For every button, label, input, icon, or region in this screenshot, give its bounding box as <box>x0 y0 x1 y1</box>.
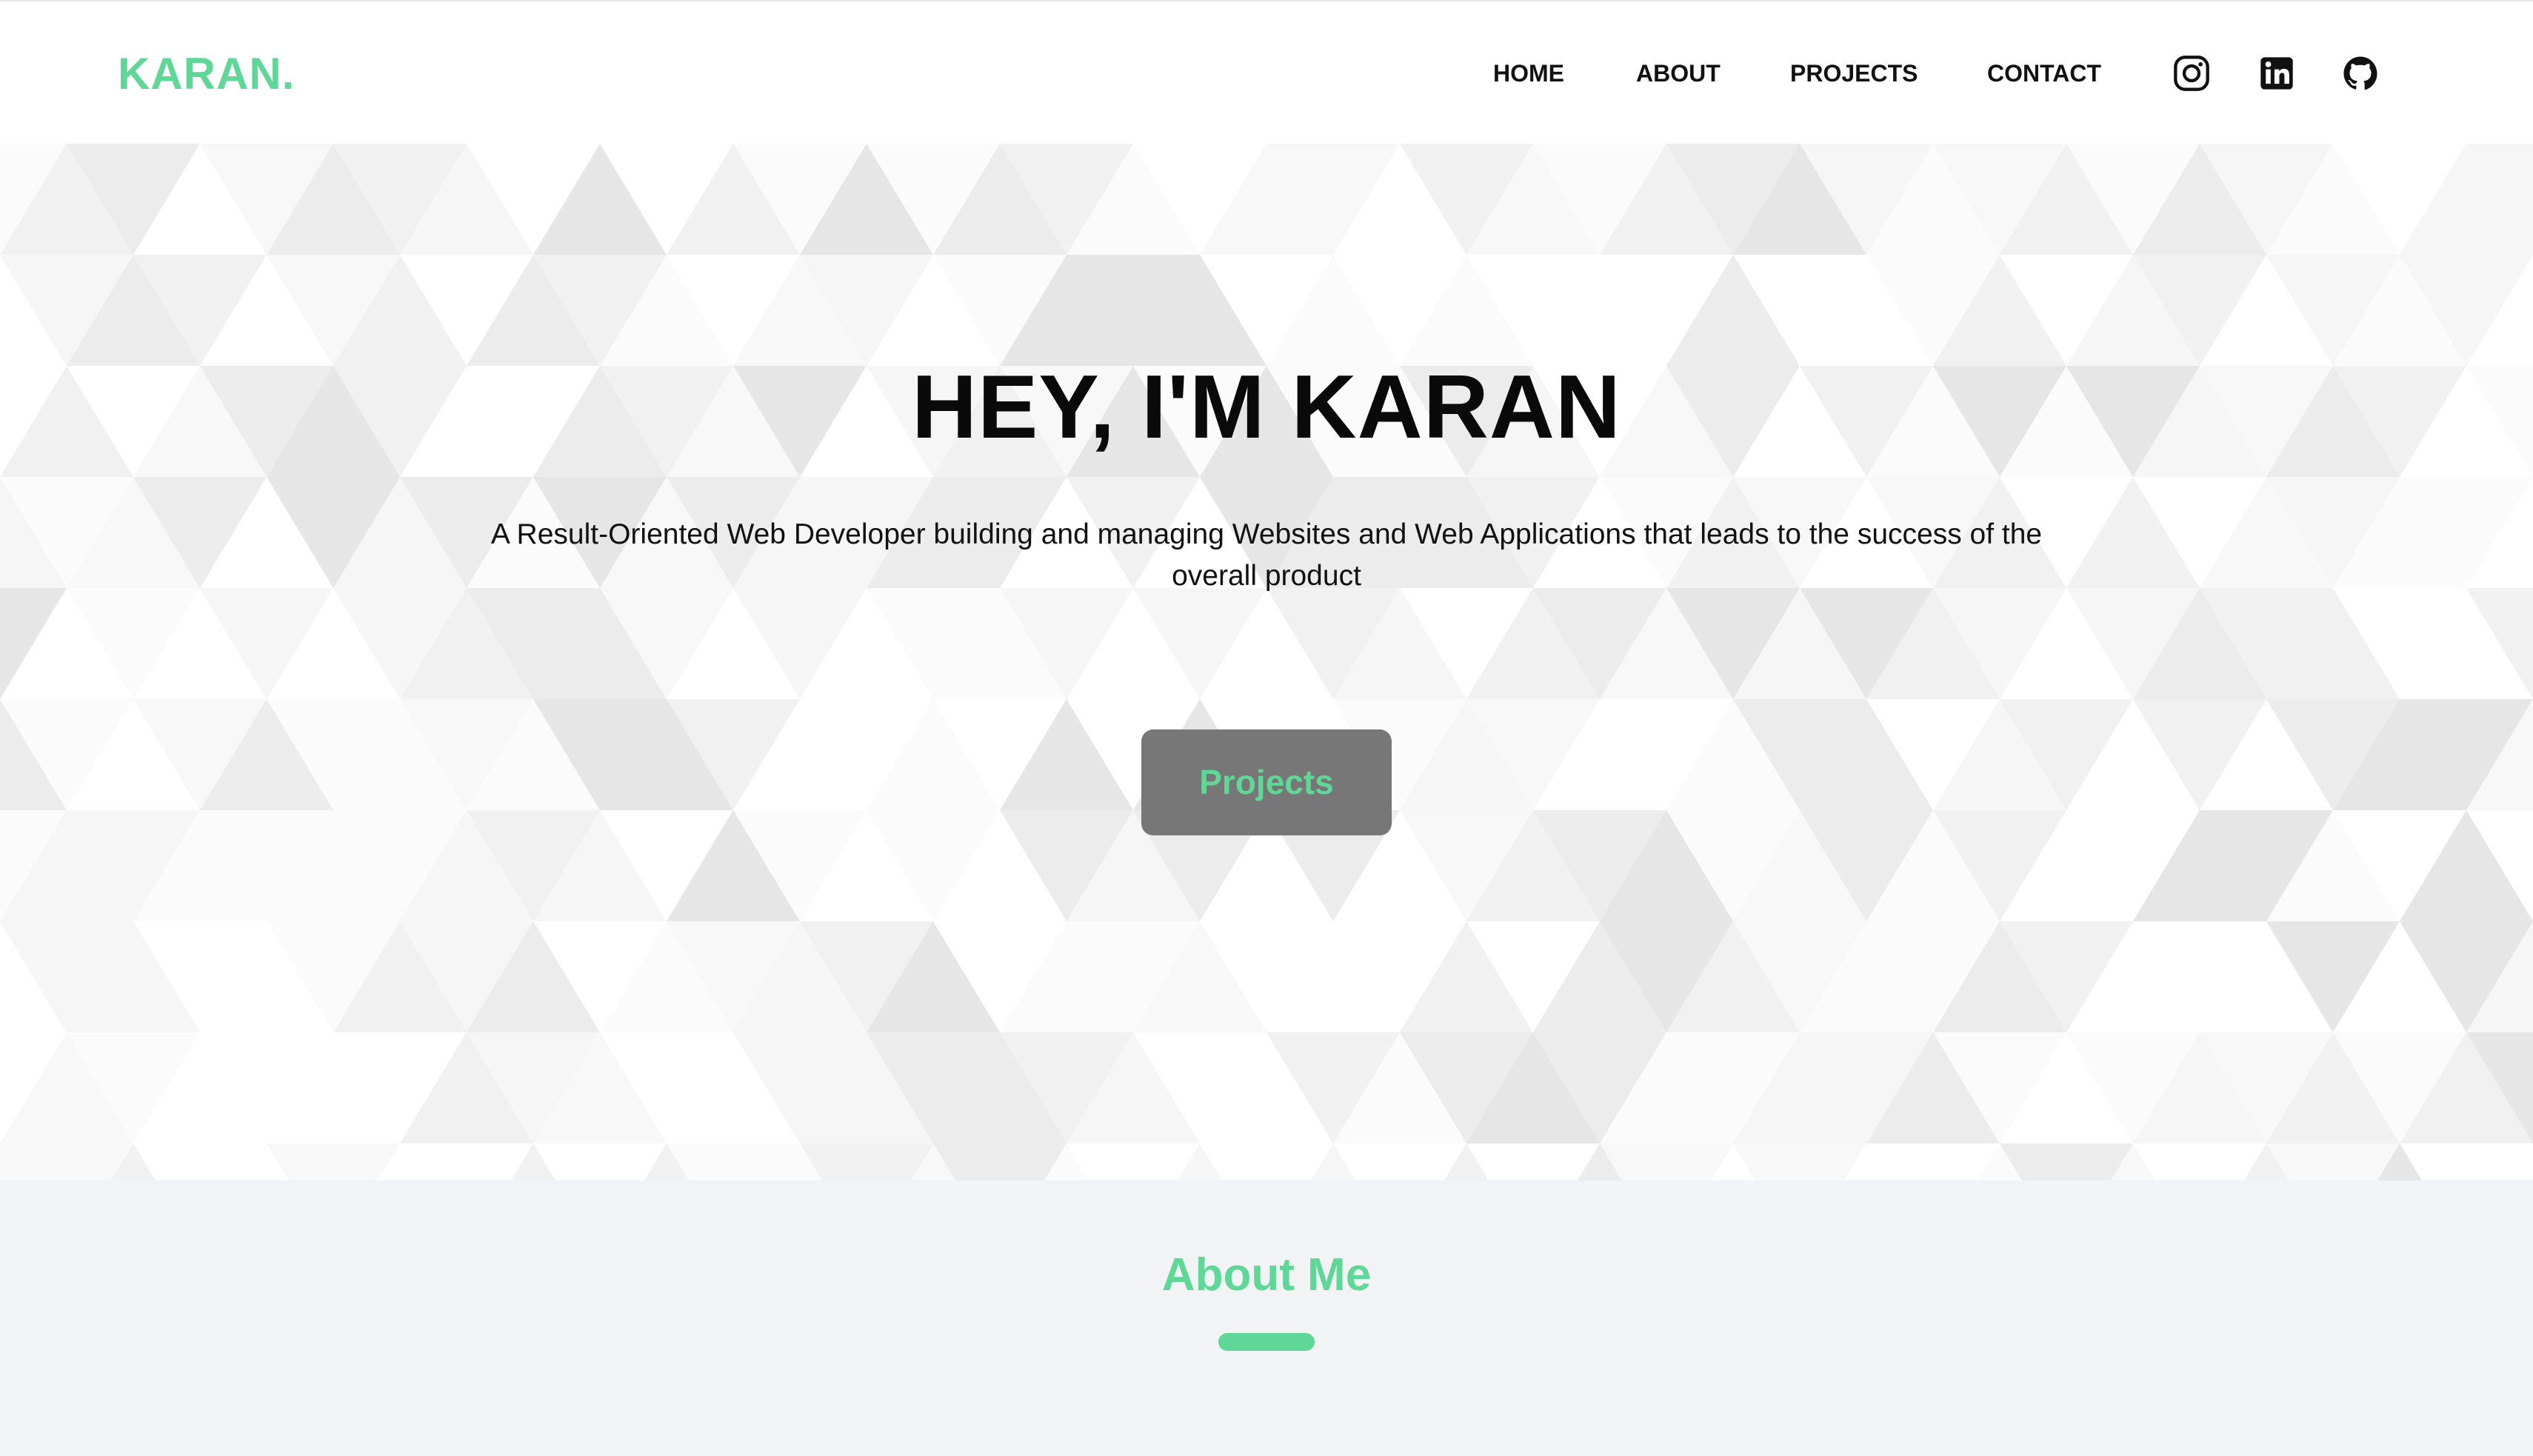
linkedin-link[interactable] <box>2257 54 2296 93</box>
linkedin-icon <box>2260 57 2293 90</box>
hero-section: HEY, I'M KARAN A Result-Oriented Web Dev… <box>0 144 2533 1181</box>
brand-logo[interactable]: KARAN. <box>118 44 295 104</box>
instagram-link[interactable] <box>2172 54 2211 93</box>
projects-button[interactable]: Projects <box>1141 729 1392 835</box>
nav-about-link[interactable]: ABOUT <box>1636 55 1721 92</box>
hero-title: HEY, I'M KARAN <box>911 356 1622 457</box>
github-icon <box>2343 56 2377 90</box>
site-header: KARAN. HOME ABOUT PROJECTS CONTACT <box>0 0 2533 144</box>
page: KARAN. HOME ABOUT PROJECTS CONTACT HEY, … <box>0 0 2533 1456</box>
nav-contact-link[interactable]: CONTACT <box>1987 55 2101 92</box>
hero-subtitle: A Result-Oriented Web Developer building… <box>490 518 2043 592</box>
about-title-underline <box>1218 1333 1315 1351</box>
github-link[interactable] <box>2341 54 2380 93</box>
nav-projects-link[interactable]: PROJECTS <box>1790 55 1918 92</box>
about-section: About Me <box>0 1181 2533 1456</box>
instagram-icon <box>2174 56 2209 91</box>
nav-home-link[interactable]: HOME <box>1493 55 1564 92</box>
about-title: About Me <box>1161 1249 1372 1300</box>
triangle-pattern-background <box>0 144 2533 1181</box>
